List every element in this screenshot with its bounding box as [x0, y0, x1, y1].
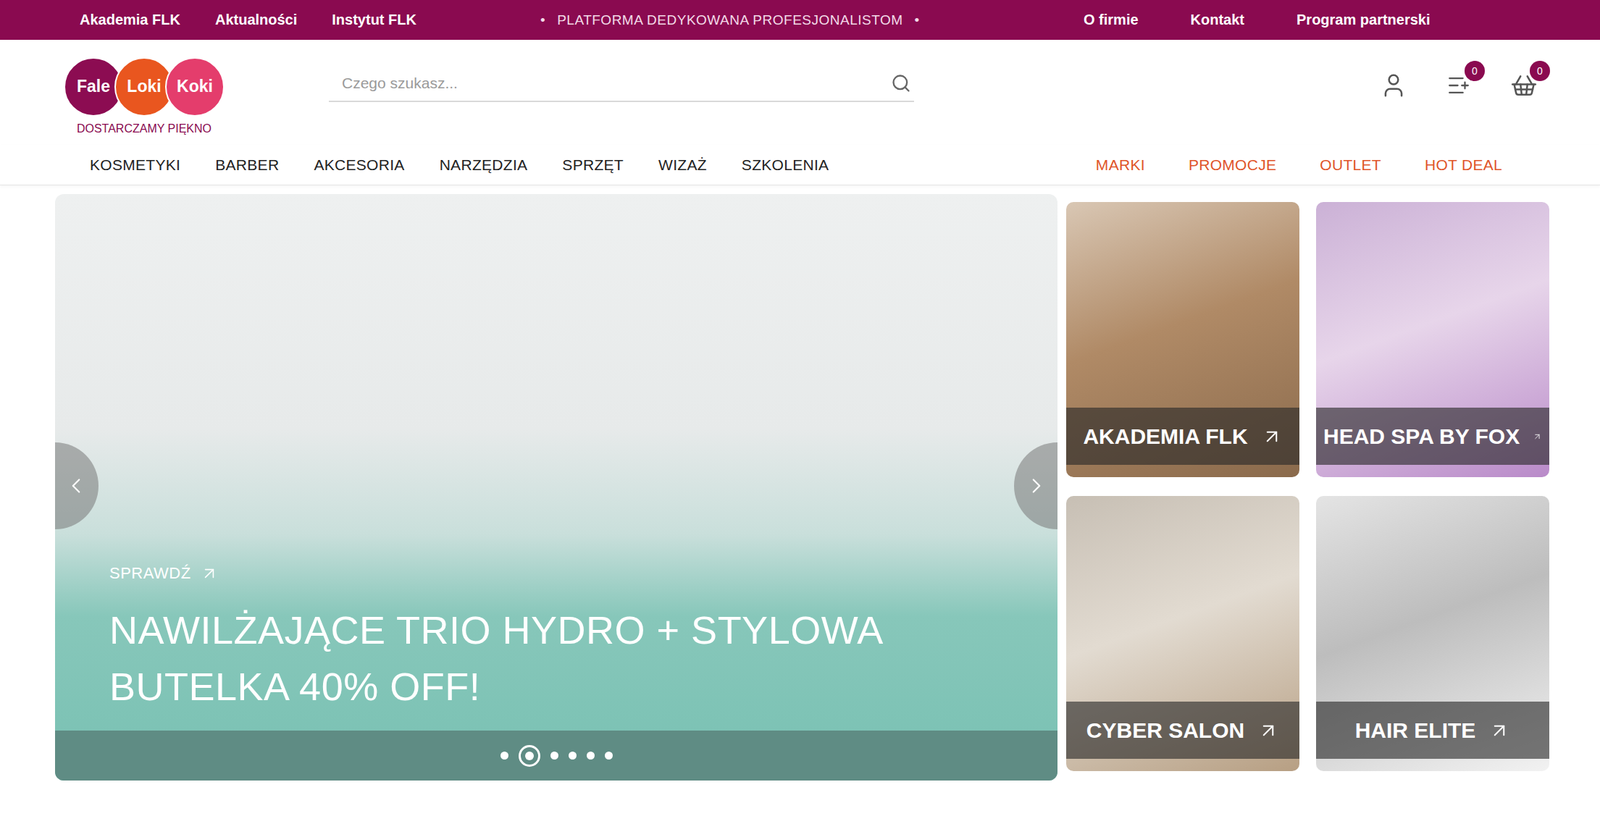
nav-item[interactable]: BARBER — [215, 156, 279, 174]
tile-band: CYBER SALON — [1066, 701, 1300, 760]
logo-circle: Koki — [165, 57, 225, 117]
top-link[interactable]: O firmie — [1083, 11, 1139, 29]
arrow-up-right-icon — [1257, 719, 1280, 742]
search-icon[interactable] — [890, 73, 912, 94]
arrow-up-right-icon — [1488, 719, 1511, 742]
promo-tile[interactable]: AKADEMIA FLK — [1066, 202, 1300, 478]
hero-slider: SPRAWDŹ NAWILŻAJĄCE TRIO HYDRO + STYLOWA … — [55, 194, 1058, 781]
tile-label: CYBER SALON — [1086, 718, 1245, 744]
top-left-links: Akademia FLK Aktualności Instytut FLK — [79, 11, 541, 29]
top-link[interactable]: Instytut FLK — [331, 11, 417, 29]
slider-dot[interactable] — [518, 745, 541, 768]
nav-item[interactable]: NARZĘDZIA — [439, 156, 529, 174]
slider-dot[interactable] — [604, 751, 613, 760]
main: SPRAWDŹ NAWILŻAJĄCE TRIO HYDRO + STYLOWA … — [0, 185, 1600, 781]
top-link[interactable]: Kontakt — [1190, 11, 1245, 29]
top-bar: Akademia FLK Aktualności Instytut FLK • PLAT… — [0, 0, 1600, 40]
logo-circles: FaleLokiKoki — [63, 57, 225, 117]
chevron-right-icon — [1024, 473, 1049, 499]
next-button[interactable] — [1014, 442, 1058, 530]
nav-item[interactable]: AKCESORIA — [313, 156, 405, 174]
wishlist-button[interactable]: 0 — [1444, 70, 1474, 100]
tile-band: HEAD SPA BY FOX — [1316, 407, 1550, 466]
arrow-up-right-icon — [1261, 425, 1283, 448]
tile-band: HAIR ELITE — [1316, 701, 1550, 760]
top-tagline: • PLATFORMA DEDYKOWANA PROFESJONALISTOM • — [540, 12, 1084, 29]
page: Akademia FLK Aktualności Instytut FLK • PLAT… — [0, 0, 1600, 837]
account-button[interactable] — [1379, 70, 1409, 100]
promo-tile[interactable]: CYBER SALON — [1066, 496, 1300, 772]
nav-categories: KOSMETYKI BARBER AKCESORIA NARZĘDZIA SPRZĘT W… — [89, 156, 829, 174]
user-icon — [1379, 71, 1408, 100]
tile-label: HAIR ELITE — [1355, 718, 1477, 744]
top-right-links: O firmie Kontakt Program partnerski — [1083, 11, 1431, 29]
cart-button[interactable]: 0 — [1509, 70, 1539, 100]
nav-featured-item[interactable]: HOT DEAL — [1424, 156, 1503, 174]
promo-tiles: AKADEMIA FLK HEAD SPA BY FOX CYBER SALON HA… — [1066, 194, 1550, 781]
nav-featured: MARKI PROMOCJE OUTLET HOT DEAL — [1095, 156, 1503, 174]
nav-item[interactable]: SPRZĘT — [562, 156, 624, 174]
cart-badge: 0 — [1529, 60, 1551, 82]
slider-dot[interactable] — [550, 751, 559, 760]
nav-featured-item[interactable]: PROMOCJE — [1188, 156, 1277, 174]
tile-band: AKADEMIA FLK — [1066, 407, 1300, 466]
logo-tagline: DOSTARCZAMY PIĘKNO — [76, 122, 212, 136]
search-box — [328, 68, 915, 103]
arrow-up-right-icon — [1532, 425, 1543, 448]
search-input[interactable] — [340, 73, 891, 93]
main-nav: KOSMETYKI BARBER AKCESORIA NARZĘDZIA SPRZĘT W… — [0, 144, 1600, 186]
tile-label: AKADEMIA FLK — [1082, 424, 1248, 450]
top-link[interactable]: Aktualności — [215, 11, 297, 29]
bullet: • — [914, 12, 920, 29]
promo-tile[interactable]: HEAD SPA BY FOX — [1316, 202, 1550, 478]
hero-content: SPRAWDŹ NAWILŻAJĄCE TRIO HYDRO + STYLOWA … — [55, 564, 1058, 731]
logo[interactable]: FaleLokiKoki DOSTARCZAMY PIĘKNO — [63, 57, 226, 136]
prev-button[interactable] — [55, 442, 99, 530]
top-link[interactable]: Program partnerski — [1296, 11, 1431, 29]
slider-dot[interactable] — [568, 751, 577, 760]
nav-featured-item[interactable]: OUTLET — [1319, 156, 1382, 174]
tile-label: HEAD SPA BY FOX — [1323, 424, 1520, 450]
top-link[interactable]: Akademia FLK — [79, 11, 181, 29]
hero-cta[interactable]: SPRAWDŹ — [109, 564, 1004, 584]
hero-title: NAWILŻAJĄCE TRIO HYDRO + STYLOWA BUTELKA… — [109, 601, 1001, 715]
nav-item[interactable]: WIZAŻ — [658, 156, 707, 174]
slider-dot[interactable] — [586, 751, 595, 760]
nav-featured-item[interactable]: MARKI — [1095, 156, 1146, 174]
nav-item[interactable]: KOSMETYKI — [89, 156, 181, 174]
wishlist-badge: 0 — [1464, 60, 1485, 82]
slider-dot[interactable] — [500, 751, 509, 760]
tagline: PLATFORMA DEDYKOWANA PROFESJONALISTOM — [556, 12, 903, 29]
chevron-left-icon — [63, 473, 89, 499]
promo-tile[interactable]: HAIR ELITE — [1316, 496, 1550, 772]
header: FaleLokiKokiDOSTARCZAMY PIĘKNO00 — [0, 39, 1600, 145]
nav-item[interactable]: SZKOLENIA — [741, 156, 830, 174]
header-icons: 00 — [1379, 70, 1539, 100]
slider-dots — [55, 730, 1058, 781]
arrow-up-right-icon — [199, 564, 219, 584]
bullet: • — [540, 12, 546, 29]
